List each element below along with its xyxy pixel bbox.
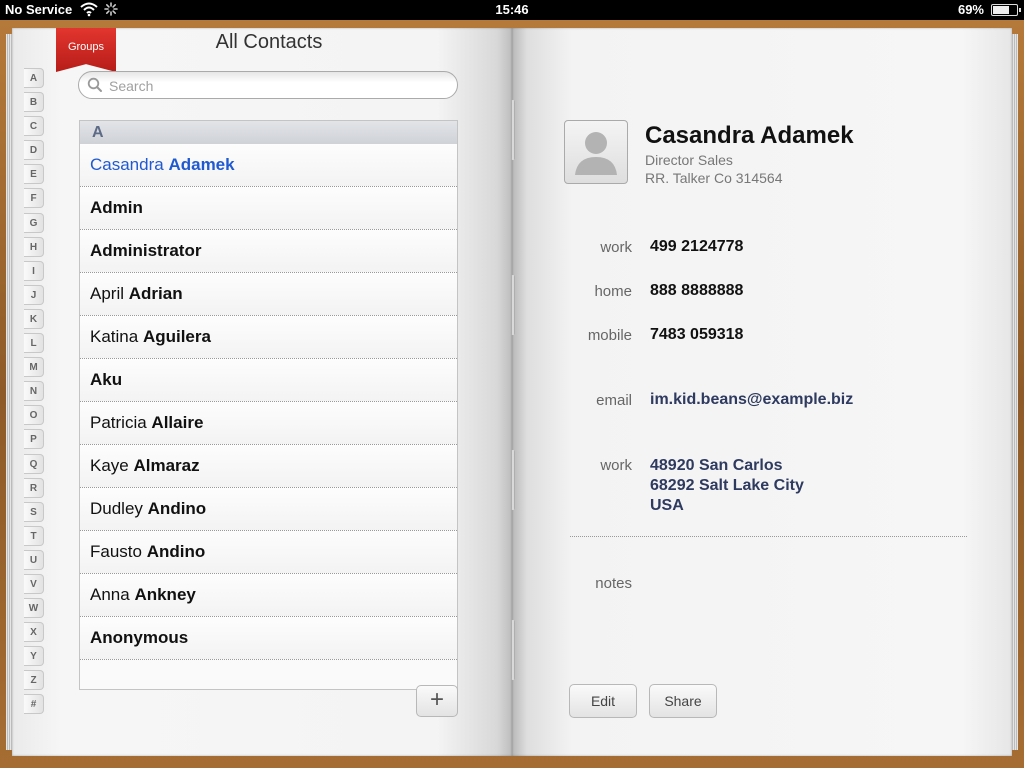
index-letter[interactable]: G bbox=[24, 212, 44, 233]
contact-row[interactable]: Dudley Andino bbox=[80, 488, 457, 531]
contact-row[interactable]: Anna Ankney bbox=[80, 574, 457, 617]
phone-label-work: work bbox=[600, 239, 632, 256]
contact-photo[interactable] bbox=[564, 120, 628, 184]
alphabet-index[interactable]: A B C D E F G H I J K L M N O P Q R S T U V W X Y Z # bbox=[24, 68, 46, 719]
contact-row[interactable]: Admin bbox=[80, 187, 457, 230]
contact-row[interactable]: Kaye Almaraz bbox=[80, 445, 457, 488]
index-letter[interactable]: X bbox=[24, 622, 44, 643]
index-letter[interactable]: B bbox=[24, 92, 44, 113]
index-letter[interactable]: N bbox=[24, 381, 44, 402]
index-letter[interactable]: O bbox=[24, 405, 44, 426]
contact-first-name: Anna bbox=[90, 585, 130, 604]
contact-first-name: April bbox=[90, 284, 125, 303]
contact-row[interactable]: Aku bbox=[80, 359, 457, 402]
address-label: work bbox=[600, 457, 632, 474]
clock: 15:46 bbox=[495, 2, 529, 17]
address-line: 68292 Salt Lake City bbox=[650, 477, 804, 494]
search-icon bbox=[87, 77, 103, 98]
index-letter[interactable]: U bbox=[24, 549, 44, 570]
status-bar: No Service 15:46 69% bbox=[0, 0, 1024, 20]
edit-button[interactable]: Edit bbox=[569, 684, 637, 718]
contact-row[interactable]: Patricia Allaire bbox=[80, 402, 457, 445]
notes-label: notes bbox=[595, 575, 632, 592]
contact-row[interactable]: Administrator bbox=[80, 230, 457, 273]
contact-row[interactable]: Anonymous bbox=[80, 617, 457, 660]
index-letter[interactable]: A bbox=[24, 68, 44, 88]
contact-row[interactable]: April Adrian bbox=[80, 273, 457, 316]
phone-value-mobile[interactable]: 7483 059318 bbox=[650, 326, 743, 344]
contact-row[interactable]: Katina Aguilera bbox=[80, 316, 457, 359]
search-input[interactable] bbox=[107, 75, 441, 97]
contact-first-name: Patricia bbox=[90, 413, 147, 432]
contact-last-name: Andino bbox=[147, 499, 207, 518]
index-letter[interactable]: W bbox=[24, 598, 44, 619]
phone-label-mobile: mobile bbox=[587, 327, 632, 344]
page-title: All Contacts bbox=[215, 31, 323, 53]
index-letter[interactable]: K bbox=[24, 308, 44, 329]
binding-rings bbox=[509, 100, 517, 720]
contact-first-name: Fausto bbox=[90, 542, 142, 561]
contact-company: RR. Talker Co 314564 bbox=[645, 170, 783, 186]
index-letter[interactable]: T bbox=[24, 525, 44, 546]
index-letter[interactable]: Y bbox=[24, 646, 44, 667]
index-letter[interactable]: F bbox=[24, 188, 44, 209]
index-letter[interactable]: C bbox=[24, 116, 44, 137]
index-letter[interactable]: Z bbox=[24, 670, 44, 691]
contact-last-name: Anonymous bbox=[90, 628, 189, 647]
contact-row[interactable]: Fausto Andino bbox=[80, 531, 457, 574]
index-letter[interactable]: # bbox=[24, 694, 44, 715]
contact-first-name: Dudley bbox=[90, 499, 143, 518]
add-contact-button[interactable]: + bbox=[416, 685, 458, 717]
contact-last-name: Almaraz bbox=[133, 456, 200, 475]
share-button[interactable]: Share bbox=[649, 684, 717, 718]
index-letter[interactable]: P bbox=[24, 429, 44, 450]
phone-value-work[interactable]: 499 2124778 bbox=[650, 238, 743, 256]
section-header: A bbox=[80, 121, 457, 144]
index-letter[interactable]: I bbox=[24, 260, 44, 281]
address-line: USA bbox=[650, 497, 684, 514]
index-letter[interactable]: R bbox=[24, 477, 44, 498]
index-letter[interactable]: Q bbox=[24, 453, 44, 474]
contact-first-name: Casandra bbox=[90, 155, 164, 174]
address-value[interactable]: 48920 San Carlos 68292 Salt Lake City US… bbox=[650, 456, 804, 516]
contact-last-name: Admin bbox=[90, 198, 143, 217]
phone-label-home: home bbox=[594, 283, 632, 300]
email-label: email bbox=[596, 392, 632, 409]
contact-last-name: Andino bbox=[146, 542, 206, 561]
contact-name: Casandra Adamek bbox=[645, 122, 854, 149]
index-letter[interactable]: E bbox=[24, 164, 44, 185]
contact-row[interactable]: Casandra Adamek bbox=[80, 144, 457, 187]
contact-last-name: Aku bbox=[90, 370, 123, 389]
contact-list[interactable]: A Casandra Adamek Admin Administrator April… bbox=[79, 120, 458, 690]
index-letter[interactable]: S bbox=[24, 501, 44, 522]
index-letter[interactable]: J bbox=[24, 284, 44, 305]
contact-last-name: Administrator bbox=[90, 241, 202, 260]
search-field[interactable] bbox=[78, 71, 458, 99]
address-line: 48920 San Carlos bbox=[650, 457, 783, 474]
person-silhouette-icon bbox=[575, 132, 617, 175]
contact-last-name: Adrian bbox=[128, 284, 183, 303]
email-value[interactable]: im.kid.beans@example.biz bbox=[650, 391, 853, 409]
index-letter[interactable]: H bbox=[24, 236, 44, 257]
phone-value-home[interactable]: 888 8888888 bbox=[650, 282, 743, 300]
contact-job-title: Director Sales bbox=[645, 152, 733, 168]
contact-first-name: Katina bbox=[90, 327, 139, 346]
contact-first-name: Kaye bbox=[90, 456, 129, 475]
index-letter[interactable]: V bbox=[24, 573, 44, 594]
contact-last-name: Adamek bbox=[168, 155, 235, 174]
notes-divider bbox=[570, 536, 967, 537]
contact-last-name: Allaire bbox=[151, 413, 204, 432]
contact-last-name: Aguilera bbox=[142, 327, 211, 346]
battery-percent: 69% bbox=[957, 2, 984, 17]
index-letter[interactable]: D bbox=[24, 140, 44, 161]
contact-last-name: Ankney bbox=[134, 585, 196, 604]
battery-icon bbox=[991, 4, 1021, 16]
index-letter[interactable]: L bbox=[24, 333, 44, 354]
index-letter[interactable]: M bbox=[24, 357, 44, 378]
